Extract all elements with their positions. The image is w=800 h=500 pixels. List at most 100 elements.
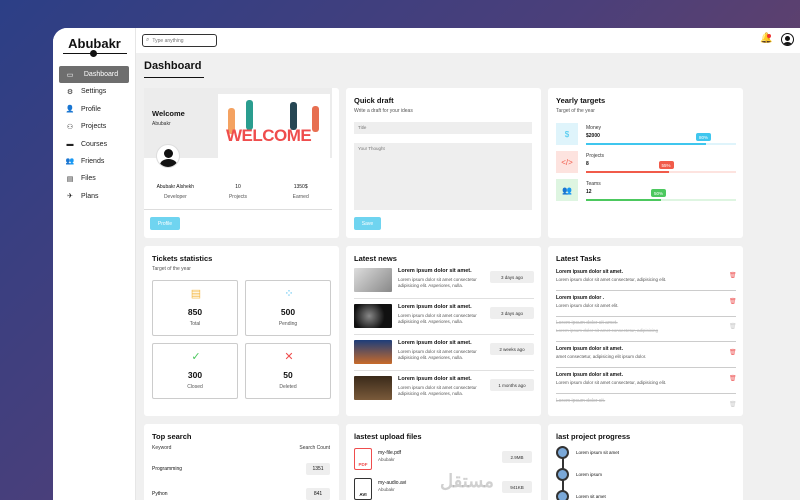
card-title: Quick draft <box>354 96 394 105</box>
table-row: Programming 1351 <box>152 463 332 477</box>
avi-file-icon: AVI <box>354 478 372 500</box>
news-item[interactable]: Lorem ipsum dolor sit amet. Lorem ipsum … <box>354 268 534 296</box>
divider <box>144 209 332 210</box>
tickets-card: Tickets statistics Target of the year ▤ … <box>144 246 339 416</box>
plane-icon: ✈ <box>67 193 73 201</box>
divider <box>556 367 736 368</box>
draft-body-textarea[interactable]: Your Thought <box>354 143 532 210</box>
stat-value: Abubakr Alshekh <box>156 184 195 190</box>
news-item[interactable]: Lorem ipsum dolor sit amet. Lorem ipsum … <box>354 304 534 332</box>
close-box-icon: ✕ <box>284 351 294 363</box>
sidebar-item-plans[interactable]: ✈ Plans <box>59 188 129 205</box>
file-name: my-file.pdf <box>378 450 402 456</box>
target-badge: 80% <box>696 133 712 141</box>
notification-dot <box>767 34 771 38</box>
trash-icon[interactable]: 🗑 <box>729 349 737 356</box>
step-dot <box>556 446 569 459</box>
project-progress-card: last project progress Lorem ipsum sit am… <box>548 424 743 500</box>
ticket-label: Deleted <box>279 384 297 390</box>
stat-value: 1350$ <box>293 184 308 190</box>
trash-icon[interactable]: 🗑 <box>729 375 737 382</box>
task-title: Lorem ipsum dolor sit amet. <box>556 320 618 326</box>
card-title: Yearly targets <box>556 96 606 105</box>
profile-avatar <box>156 144 180 168</box>
save-button[interactable]: Save <box>354 217 381 230</box>
task-title: Lorem ipsum dolor . <box>556 295 605 301</box>
ticket-label: Closed <box>187 384 203 390</box>
news-text: Lorem ipsum dolor sit amet consectetur a… <box>398 349 477 360</box>
step-dot <box>556 490 569 500</box>
news-title: Lorem ipsum dolor sit amet. <box>398 304 472 310</box>
keyword: Python <box>152 491 168 497</box>
task-title: Lorem ipsum dolor sit amet. <box>556 269 623 275</box>
news-item[interactable]: Lorem ipsum dolor sit amet. Lorem ipsum … <box>354 376 534 404</box>
list-icon: ▤ <box>190 288 202 300</box>
target-track: 55% <box>586 161 736 173</box>
divider <box>556 341 736 342</box>
divider <box>556 290 736 291</box>
avatar-body <box>160 159 177 167</box>
sidebar-nav: ▭ Dashboard ⚙ Settings 👤 Profile ⚇ Proje… <box>59 66 129 205</box>
target-badge: 55% <box>658 161 674 169</box>
stat-label: Developer <box>163 194 187 200</box>
welcome-word: WELCOME <box>226 126 312 145</box>
divider <box>354 298 534 299</box>
ticket-value: 50 <box>283 370 293 380</box>
target-label: Teams <box>586 181 601 187</box>
user-icon: 👤 <box>65 106 75 114</box>
table-row: Python 841 <box>152 488 332 500</box>
trash-icon[interactable]: 🗑 <box>729 401 737 408</box>
sidebar-item-profile[interactable]: 👤 Profile <box>59 101 129 118</box>
top-search-card: Top search Keyword Search Count Programm… <box>144 424 339 500</box>
file-owner: Abubakr <box>378 457 395 462</box>
quick-draft-card: Quick draft Write a draft for your ideas… <box>346 88 541 238</box>
news-image <box>354 340 392 364</box>
diagram-icon: ⚇ <box>66 123 74 131</box>
trash-icon[interactable]: 🗑 <box>729 298 737 305</box>
profile-button[interactable]: Profile <box>150 217 180 230</box>
sidebar-item-dashboard[interactable]: ▭ Dashboard <box>59 66 129 83</box>
gamepad-icon: ▭ <box>66 71 74 79</box>
person-figure <box>312 106 319 132</box>
news-date: 2 weeks ago <box>490 343 534 355</box>
progress-step: Lorem ipsum sit amet <box>556 446 736 464</box>
sidebar-item-files[interactable]: ▤ Files <box>59 170 129 187</box>
divider <box>354 370 534 371</box>
welcome-illustration: WELCOME <box>218 94 330 158</box>
news-text: Lorem ipsum dolor sit amet consectetur a… <box>398 313 477 324</box>
sidebar-item-courses[interactable]: ▬ Courses <box>59 136 129 153</box>
dollar-icon: $ <box>556 123 578 145</box>
table-header: Keyword Search Count <box>152 445 332 451</box>
ticket-pending: ⁘ 500 Pending <box>245 280 331 336</box>
trash-icon[interactable]: 🗑 <box>729 272 737 279</box>
search-input[interactable]: ⌕ Type anything <box>142 34 217 47</box>
sidebar-item-settings[interactable]: ⚙ Settings <box>59 83 129 100</box>
watermark-logo: مستقل <box>440 471 494 491</box>
news-text: Lorem ipsum dolor sit amet consectetur a… <box>398 385 477 396</box>
news-title: Lorem ipsum dolor sit amet. <box>398 268 472 274</box>
ticket-deleted: ✕ 50 Deleted <box>245 343 331 399</box>
step-text: Lorem sit amet <box>576 494 606 499</box>
task-title: Lorem ipsum dolor sit amet. <box>556 346 623 352</box>
card-title: lastest upload files <box>354 432 422 441</box>
target-progress <box>586 199 661 201</box>
search-placeholder: Type anything <box>152 37 184 44</box>
target-teams: 👥 Teams 12 50% <box>556 179 736 205</box>
check-circle-icon: ✓ <box>191 351 201 363</box>
news-item[interactable]: Lorem ipsum dolor sit amet. Lorem ipsum … <box>354 340 534 368</box>
sidebar-item-friends[interactable]: 👥 Friends <box>59 153 129 170</box>
welcome-card: Welcome Abubakr WELCOME Abubakr Alshekh … <box>144 88 339 238</box>
target-label: Projects <box>586 153 605 159</box>
graduation-cap-icon: ▬ <box>66 140 74 148</box>
profile-stats: Abubakr Alshekh Developer 10 Projects 13… <box>144 184 332 200</box>
stat-label: Projects <box>228 194 248 200</box>
avatar[interactable] <box>781 33 794 46</box>
sidebar-item-projects[interactable]: ⚇ Projects <box>59 118 129 135</box>
file-name: my-audio.avi <box>378 480 407 486</box>
avatar-head <box>164 149 173 158</box>
task-text: Lorem ipsum dolor sit amet consectetur, … <box>556 380 667 385</box>
trash-icon[interactable]: 🗑 <box>729 323 737 330</box>
welcome-title: Welcome <box>152 109 185 118</box>
target-track: 80% <box>586 133 736 145</box>
draft-title-input[interactable]: Title <box>354 122 532 134</box>
